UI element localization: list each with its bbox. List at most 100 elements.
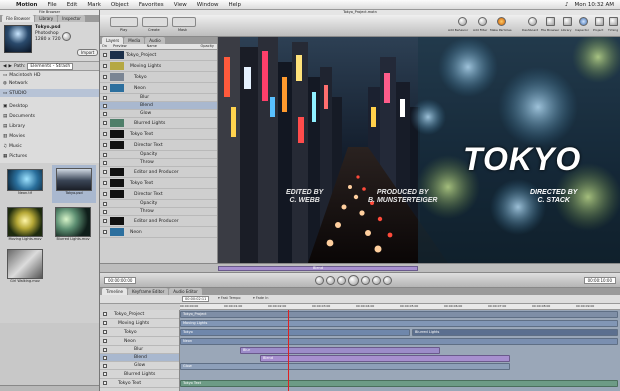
- track-checkbox[interactable]: [103, 381, 107, 385]
- layer-row[interactable]: Blurred Lights: [100, 118, 217, 129]
- track-checkbox[interactable]: [103, 312, 107, 316]
- go-to-start-button[interactable]: [326, 276, 335, 285]
- dashboard-icon[interactable]: [528, 17, 537, 26]
- loop-button[interactable]: [383, 276, 392, 285]
- sidebar-item-studio[interactable]: ▭ STUDIO: [0, 89, 99, 97]
- thumb-item[interactable]: Neon.tif: [7, 169, 43, 195]
- title-text[interactable]: TOKYO: [463, 141, 581, 178]
- track-row[interactable]: Tokyo_Project: [100, 310, 179, 319]
- back-arrow-icon[interactable]: ◀: [3, 64, 6, 69]
- tab-library[interactable]: Library: [35, 15, 58, 22]
- tool-group-create[interactable]: [142, 17, 168, 27]
- project-icon[interactable]: [595, 17, 604, 26]
- layer-row[interactable]: Director Text: [100, 140, 217, 151]
- layer-row[interactable]: Glow: [100, 110, 217, 118]
- track-bar-blend[interactable]: Blend: [260, 355, 510, 362]
- track-checkbox[interactable]: [103, 355, 107, 360]
- add-behavior-icon[interactable]: [458, 17, 467, 26]
- track-row[interactable]: Neon: [100, 337, 179, 346]
- tab-audio[interactable]: Audio: [145, 37, 165, 44]
- track-checkbox[interactable]: [103, 372, 107, 376]
- track-row[interactable]: Moving Lights: [100, 319, 179, 328]
- layer-checkbox[interactable]: [103, 64, 107, 68]
- library-icon[interactable]: [563, 17, 572, 26]
- track-bar-neon[interactable]: Neon: [180, 338, 618, 345]
- track-row[interactable]: Tokyo: [100, 328, 179, 337]
- marker-fade-in[interactable]: ▾ Fade In: [253, 296, 268, 300]
- marker-fast-tempo[interactable]: ▾ Fast Tempo: [218, 296, 241, 300]
- col-opacity[interactable]: Opacity: [201, 44, 214, 49]
- layer-row-selected[interactable]: Blend: [100, 102, 217, 110]
- layer-row[interactable]: Blur: [100, 94, 217, 102]
- import-button[interactable]: Import: [77, 49, 99, 56]
- track-bar-blur[interactable]: Blur: [240, 347, 440, 354]
- layer-row[interactable]: Moving Lights: [100, 61, 217, 72]
- layer-checkbox[interactable]: [103, 143, 107, 147]
- make-particles-icon[interactable]: [497, 17, 506, 26]
- track-row[interactable]: Glow: [100, 362, 179, 370]
- layer-checkbox[interactable]: [103, 160, 107, 165]
- menu-app[interactable]: Motion: [16, 2, 37, 8]
- layer-checkbox[interactable]: [103, 86, 107, 90]
- col-on[interactable]: On: [102, 44, 107, 49]
- track-bar-glow[interactable]: Glow: [180, 363, 510, 370]
- tab-inspector[interactable]: Inspector: [58, 15, 85, 22]
- layer-row[interactable]: Tokyo_Project: [100, 50, 217, 61]
- layer-row[interactable]: Throw: [100, 208, 217, 216]
- layer-checkbox[interactable]: [103, 75, 107, 79]
- layer-row[interactable]: Tokyo: [100, 72, 217, 83]
- tab-media[interactable]: Media: [124, 37, 145, 44]
- menu-file[interactable]: File: [47, 2, 56, 8]
- go-to-end-button[interactable]: [372, 276, 381, 285]
- track-bar-tokyo[interactable]: Tokyo: [180, 329, 410, 336]
- timecode-end[interactable]: 00:00:10:00: [583, 277, 616, 284]
- layer-row[interactable]: Editor and Producer: [100, 167, 217, 178]
- layer-row[interactable]: Director Text: [100, 189, 217, 200]
- track-checkbox[interactable]: [103, 321, 107, 325]
- track-bar-moving-lights[interactable]: Moving Lights: [180, 320, 618, 327]
- timeline-timecode[interactable]: 00:00:02:11: [182, 296, 210, 302]
- menu-edit[interactable]: Edit: [67, 2, 78, 8]
- layer-checkbox[interactable]: [103, 132, 107, 136]
- track-checkbox[interactable]: [103, 347, 107, 352]
- track-checkbox[interactable]: [103, 330, 107, 334]
- layer-checkbox[interactable]: [103, 121, 107, 125]
- menu-window[interactable]: Window: [197, 2, 219, 8]
- sidebar-item-music[interactable]: ♫ Music: [3, 144, 22, 149]
- layer-checkbox[interactable]: [103, 152, 107, 157]
- layer-checkbox[interactable]: [103, 230, 107, 234]
- timecode-start[interactable]: 00:00:00:00: [104, 277, 137, 284]
- menu-object[interactable]: Object: [111, 2, 129, 8]
- layer-row[interactable]: Tokyo Text: [100, 178, 217, 189]
- layer-checkbox[interactable]: [103, 111, 107, 116]
- sidebar-item-pictures[interactable]: ▦ Pictures: [3, 154, 27, 159]
- track-checkbox[interactable]: [103, 363, 107, 368]
- volume-icon[interactable]: ♪: [565, 2, 569, 8]
- mini-blend-bar[interactable]: Blend: [218, 266, 418, 271]
- layer-checkbox[interactable]: [103, 219, 107, 223]
- layer-row[interactable]: Opacity: [100, 200, 217, 208]
- step-forward-button[interactable]: [361, 276, 370, 285]
- track-checkbox[interactable]: [103, 339, 107, 343]
- thumb-item[interactable]: Girl Walking.mov: [7, 249, 43, 283]
- track-row-selected[interactable]: Blend: [100, 354, 179, 362]
- layer-checkbox[interactable]: [103, 192, 107, 196]
- track-row[interactable]: Tokyo Text: [100, 379, 179, 388]
- sidebar-item-library[interactable]: ▤ Library: [3, 124, 25, 129]
- sidebar-item-desktop[interactable]: ▣ Desktop: [3, 104, 28, 109]
- track-bar-tokyo-text[interactable]: Tokyo Text: [180, 380, 618, 387]
- layer-checkbox[interactable]: [103, 103, 107, 108]
- credit-editor[interactable]: EDITED BY C. WEBB: [286, 189, 323, 205]
- credit-producer[interactable]: PRODUCED BY B. MUNSTERTEIGER: [368, 189, 438, 205]
- file-browser-icon[interactable]: [546, 17, 555, 26]
- layer-row[interactable]: Opacity: [100, 151, 217, 159]
- thumb-item-selected[interactable]: Tokyo.psd: [52, 165, 96, 203]
- tool-group-mask[interactable]: [172, 17, 196, 27]
- layer-row[interactable]: Throw: [100, 159, 217, 167]
- menu-mark[interactable]: Mark: [87, 2, 101, 8]
- layer-checkbox[interactable]: [103, 170, 107, 174]
- play-button[interactable]: [348, 275, 359, 286]
- menu-favorites[interactable]: Favorites: [139, 2, 164, 8]
- col-preview[interactable]: Preview: [113, 44, 127, 49]
- tab-audio-editor[interactable]: Audio Editor: [169, 288, 202, 295]
